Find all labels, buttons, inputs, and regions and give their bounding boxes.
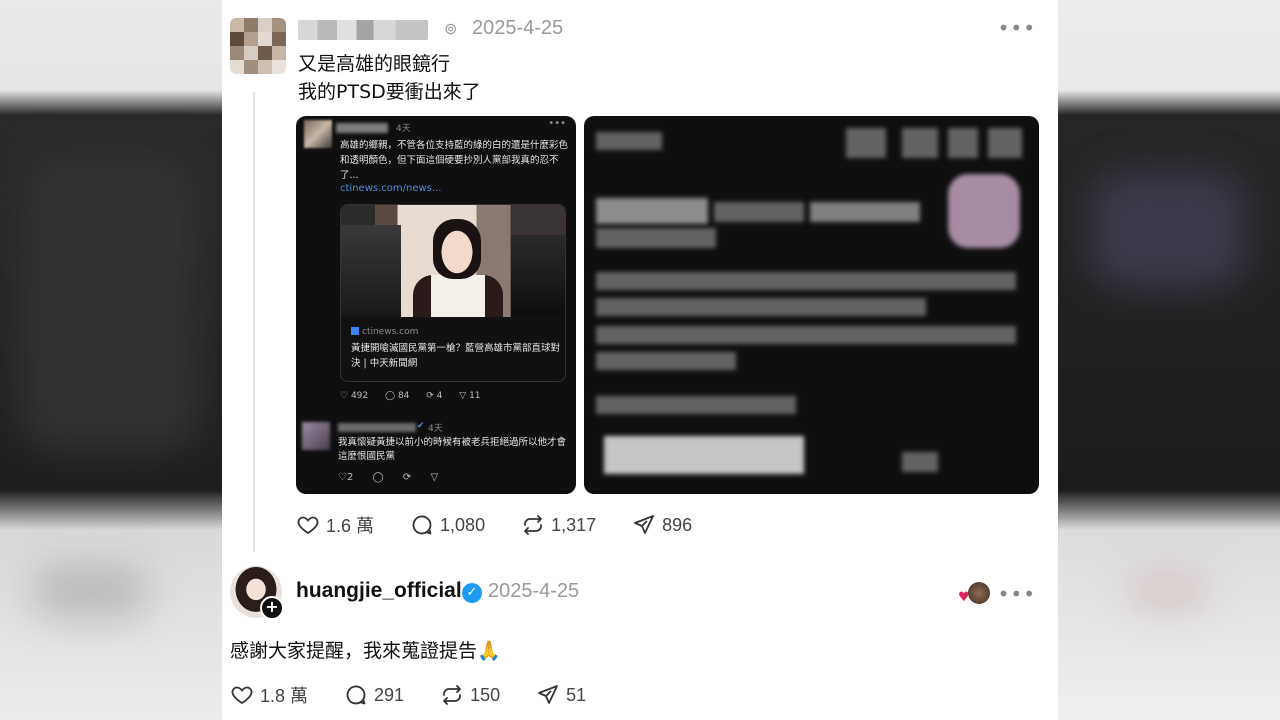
news-title: 黃捷開嗆滅國民黨第一槍？藍營高雄市黨部直球對決 | 中天新聞網	[351, 343, 561, 369]
repost-marker-icon: ⊚	[444, 19, 458, 38]
comment-icon	[346, 685, 366, 705]
reply-count: 1,080	[440, 514, 486, 535]
embedded-link-card: ctinews.com 黃捷開嗆滅國民黨第一槍？藍營高雄市黨部直球對決 | 中天…	[340, 204, 566, 382]
heart-icon: ♡2	[338, 472, 354, 483]
news-photo	[341, 205, 565, 317]
username-pixelated[interactable]	[298, 20, 428, 40]
comment-icon: ◯ 84	[385, 391, 410, 401]
post-text-line: 又是高雄的眼鏡行	[298, 53, 451, 75]
repost-icon	[443, 685, 461, 705]
post-actions: 1.8 萬 291 150 51	[230, 682, 622, 708]
embedded-reply-text: 我真懷疑黃捷以前小的時候有被老兵拒絕過所以他才會這麼恨國民黨	[338, 437, 567, 462]
follow-plus-icon[interactable]: +	[260, 596, 284, 620]
news-source: ctinews.com	[351, 327, 418, 337]
embedded-username-pixelated	[336, 123, 388, 133]
like-button[interactable]: 1.6 萬	[296, 512, 374, 538]
embedded-time: 4天	[396, 124, 411, 134]
share-button[interactable]: 51	[536, 683, 586, 707]
username[interactable]: huangjie_official	[296, 579, 462, 603]
send-icon	[634, 515, 655, 534]
repost-icon: ⟳ 4	[426, 391, 443, 401]
more-icon: •••	[548, 118, 566, 129]
attached-image-1[interactable]: 4天 ••• 高雄的鄉親，不管各位支持藍的綠的白的還是什麼彩色和透明顏色，但下面…	[296, 116, 576, 494]
send-icon: ▽ 11	[459, 391, 481, 401]
share-count: 51	[566, 684, 587, 705]
comment-icon	[412, 515, 432, 535]
like-count: 1.6 萬	[326, 516, 375, 536]
share-count: 896	[662, 514, 693, 535]
embedded-avatar	[304, 120, 332, 148]
like-button[interactable]: 1.8 萬	[230, 682, 308, 708]
repost-button[interactable]: 1,317	[521, 513, 596, 537]
embedded-stats: ♡ 492 ◯ 84 ⟳ 4 ▽ 11	[340, 391, 495, 401]
embedded-reply-avatar	[302, 422, 330, 450]
repost-icon: ⟳	[402, 472, 412, 483]
like-count: 1.8 萬	[260, 686, 309, 706]
reply-button[interactable]: 1,080	[410, 513, 485, 537]
attached-image-2-pixelated[interactable]	[584, 116, 1039, 494]
threads-feed: ⊚ 2025-4-25 ••• 又是高雄的眼鏡行 我的PTSD要衝出來了 4天 …	[222, 0, 1058, 720]
thread-line	[253, 92, 255, 552]
comment-icon: ◯	[372, 472, 384, 483]
post-date: 2025-4-25	[488, 580, 580, 602]
background-left-blur	[0, 0, 222, 720]
embedded-reply-time: 4天	[428, 424, 443, 434]
post-actions: 1.6 萬 1,080 1,317 896	[296, 512, 728, 538]
send-icon	[538, 685, 559, 704]
verified-icon: ✓	[462, 583, 482, 603]
embedded-text: 高雄的鄉親，不管各位支持藍的綠的白的還是什麼彩色和透明顏色，但下面這個硬要抄別人…	[340, 140, 569, 181]
heart-icon	[231, 686, 253, 705]
post-date: 2025-4-25	[472, 17, 564, 39]
post-text-line: 我的PTSD要衝出來了	[298, 81, 481, 103]
avatar-pixelated[interactable]	[230, 18, 286, 74]
heart-icon: ♡ 492	[340, 391, 369, 401]
embedded-reply-username-pixelated	[338, 423, 416, 432]
post-text: 感謝大家提醒，我來蒐證提告🙏	[230, 640, 501, 662]
more-icon[interactable]: •••	[998, 16, 1036, 40]
verified-icon: ✔	[417, 421, 425, 431]
site-favicon-icon	[351, 327, 359, 335]
liker-avatar[interactable]	[968, 582, 990, 604]
repost-count: 150	[470, 684, 501, 705]
embedded-link: ctinews.com/news...	[340, 183, 442, 194]
background-right-blur	[1058, 0, 1280, 720]
repost-count: 1,317	[551, 514, 597, 535]
more-icon[interactable]: •••	[998, 582, 1036, 606]
post-text: 又是高雄的眼鏡行 我的PTSD要衝出來了	[298, 50, 481, 106]
send-icon: ▽	[430, 472, 439, 483]
repost-icon	[524, 515, 542, 535]
reply-count: 291	[374, 684, 405, 705]
repost-button[interactable]: 150	[440, 683, 500, 707]
embedded-reply-stats: ♡2 ◯ ⟳ ▽	[338, 472, 454, 483]
reply-button[interactable]: 291	[344, 683, 404, 707]
heart-icon	[297, 516, 319, 535]
share-button[interactable]: 896	[632, 513, 692, 537]
